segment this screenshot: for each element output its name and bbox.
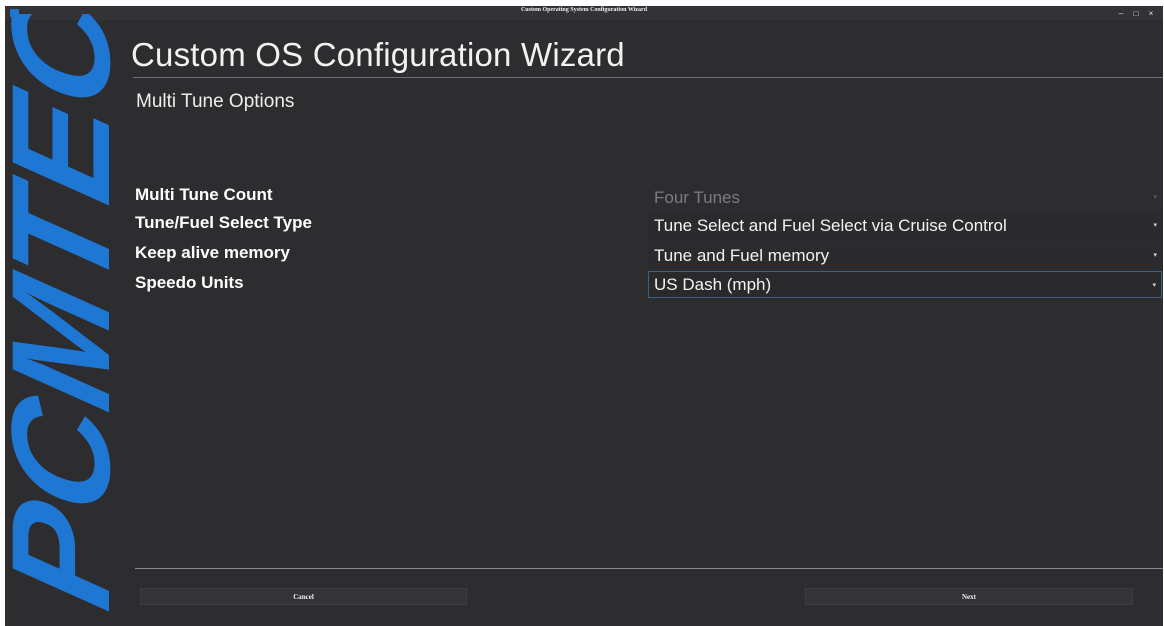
chevron-down-icon: ▾ bbox=[1153, 252, 1157, 259]
tune-fuel-select-type-label: Tune/Fuel Select Type bbox=[135, 213, 312, 232]
chevron-down-icon: ▾ bbox=[1153, 222, 1157, 229]
logo-text: PCMTEC bbox=[5, 14, 130, 622]
chevron-down-icon: ▾ bbox=[1152, 282, 1156, 289]
multi-tune-count-label: Multi Tune Count bbox=[135, 185, 273, 204]
minimize-button[interactable]: – bbox=[1113, 6, 1129, 20]
tune-fuel-select-type-value: Tune Select and Fuel Select via Cruise C… bbox=[654, 216, 1007, 235]
chevron-down-icon: ▾ bbox=[1153, 194, 1157, 201]
page-subtitle: Multi Tune Options bbox=[136, 91, 295, 112]
pcmtec-logo: PCMTEC bbox=[5, 14, 130, 622]
window-title: Custom Operating System Configuration Wi… bbox=[520, 7, 648, 13]
wizard-window: Custom Operating System Configuration Wi… bbox=[5, 6, 1163, 626]
speedo-units-value: US Dash (mph) bbox=[654, 275, 772, 294]
title-bar[interactable]: Custom Operating System Configuration Wi… bbox=[5, 6, 1163, 20]
speedo-units-label: Speedo Units bbox=[135, 273, 244, 292]
next-button[interactable]: Next bbox=[805, 588, 1133, 605]
title-divider bbox=[133, 77, 1163, 78]
multi-tune-count-value: Four Tunes bbox=[654, 188, 740, 207]
tune-fuel-select-type-dropdown[interactable]: Tune Select and Fuel Select via Cruise C… bbox=[648, 212, 1162, 239]
wizard-title: Custom OS Configuration Wizard bbox=[131, 36, 625, 73]
maximize-button[interactable]: □ bbox=[1128, 6, 1144, 20]
cancel-button[interactable]: Cancel bbox=[140, 588, 467, 605]
multi-tune-count-dropdown[interactable]: Four Tunes ▾ bbox=[648, 184, 1162, 211]
close-button[interactable]: × bbox=[1143, 6, 1159, 20]
keep-alive-memory-value: Tune and Fuel memory bbox=[654, 246, 830, 265]
keep-alive-memory-label: Keep alive memory bbox=[135, 243, 290, 262]
speedo-units-dropdown[interactable]: US Dash (mph) ▾ bbox=[648, 271, 1162, 298]
footer-divider bbox=[135, 568, 1163, 569]
keep-alive-memory-dropdown[interactable]: Tune and Fuel memory ▾ bbox=[648, 242, 1162, 269]
